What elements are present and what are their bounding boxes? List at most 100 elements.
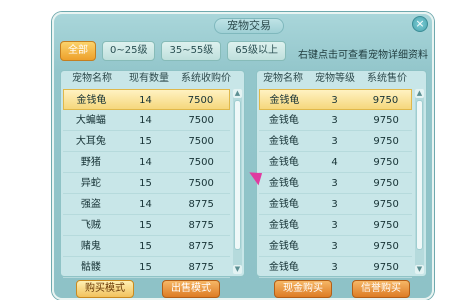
cell-name: 金钱龟 [268,262,299,273]
col-quantity: 现有数量 [129,73,169,84]
table-row[interactable]: 飞贼 15 8775 [63,215,230,236]
table-row[interactable]: 金钱龟 3 9750 [259,89,412,110]
window-title: 宠物交易 [214,18,284,34]
table-row[interactable]: 骷髅 15 8775 [63,257,230,278]
cell-name: 金钱龟 [268,220,299,231]
cell-qty: 15 [139,178,152,189]
cell-price: 7500 [187,95,214,106]
cell-price: 9750 [373,199,399,210]
table-row[interactable]: 金钱龟 3 9750 [259,131,412,152]
cell-level: 3 [331,136,338,147]
scroll-down-icon[interactable]: ▼ [415,265,424,274]
scroll-up-icon[interactable]: ▲ [415,89,424,98]
cell-qty: 15 [139,136,152,147]
cell-name: 大耳兔 [75,136,106,147]
cash-buy-button[interactable]: 现金购买 [274,280,332,298]
cell-price: 8775 [188,199,214,210]
cell-name: 大蝙蝠 [75,115,106,126]
cell-level: 3 [331,115,338,126]
cell-name: 赌鬼 [80,241,101,252]
cell-level: 3 [331,241,338,252]
cell-price: 7500 [188,136,214,147]
cell-price: 7500 [188,178,214,189]
scroll-thumb[interactable] [416,100,423,250]
left-scrollbar[interactable]: ▲ ▼ [233,89,242,274]
title-bar: 宠物交易 × [54,14,432,36]
table-row[interactable]: 金钱龟 3 9750 [259,236,412,257]
level-filter-tabs: 全部 0~25级 35~55级 65级以上 [60,41,287,61]
cell-name: 金钱龟 [268,157,299,168]
filter-35-55[interactable]: 35~55级 [161,41,222,61]
col-pet-name: 宠物名称 [72,73,112,84]
cell-name: 金钱龟 [269,95,300,106]
table-row[interactable]: 异蛇 15 7500 [63,173,230,194]
cell-name: 骷髅 [80,262,101,273]
cell-price: 7500 [188,115,214,126]
col-buy-price: 系统收购价 [181,73,231,84]
table-row[interactable]: 金钱龟 3 9750 [259,173,412,194]
cell-name: 野猪 [80,157,101,168]
table-row[interactable]: 金钱龟 3 9750 [259,194,412,215]
cell-name: 金钱龟 [268,199,299,210]
cell-level: 3 [331,220,338,231]
cell-qty: 14 [139,95,152,106]
cell-price: 9750 [373,115,399,126]
cell-name: 金钱龟 [268,178,299,189]
table-row[interactable]: 大蝙蝠 14 7500 [63,110,230,131]
filter-65-plus[interactable]: 65级以上 [227,41,287,61]
table-row[interactable]: 强盗 14 8775 [63,194,230,215]
filter-all[interactable]: 全部 [60,41,96,61]
close-button[interactable]: × [412,16,428,32]
table-row[interactable]: 赌鬼 15 8775 [63,236,230,257]
cell-name: 异蛇 [80,178,101,189]
cell-name: 金钱龟 [268,241,299,252]
cell-price: 9750 [372,95,399,106]
scroll-down-icon[interactable]: ▼ [233,265,242,274]
table-row[interactable]: 金钱龟 3 9750 [259,110,412,131]
cell-qty: 15 [139,262,152,273]
table-row[interactable]: 金钱龟 3 9750 [259,257,412,278]
scroll-thumb[interactable] [234,100,241,250]
cell-price: 8775 [188,220,214,231]
cell-price: 9750 [373,262,399,273]
cell-price: 9750 [373,178,399,189]
right-click-hint: 右键点击可查看宠物详细资料 [298,50,428,61]
cell-qty: 15 [139,241,152,252]
cell-price: 7500 [188,157,214,168]
table-row[interactable]: 金钱龟 4 9750 [259,152,412,173]
cell-level: 3 [331,95,338,106]
cell-name: 金钱龟 [268,115,299,126]
filter-0-25[interactable]: 0~25级 [102,41,156,61]
purchase-price-table: 宠物名称 现有数量 系统收购价 金钱龟 14 7500 大蝙蝠 14 7500 大耳兔 1… [60,70,245,278]
cell-price: 8775 [188,241,214,252]
table-row[interactable]: 金钱龟 14 7500 [63,89,230,110]
sale-price-table: 宠物名称 宠物等级 系统售价 金钱龟 3 9750 金钱龟 3 9750 金钱龟 3 975… [256,70,427,278]
table-row[interactable]: 金钱龟 3 9750 [259,215,412,236]
cell-price: 9750 [373,136,399,147]
cell-level: 4 [331,157,338,168]
buy-mode-button[interactable]: 购买模式 [76,280,134,298]
table-row[interactable]: 大耳兔 15 7500 [63,131,230,152]
cell-price: 9750 [373,157,399,168]
credit-buy-button[interactable]: 信誉购买 [352,280,410,298]
pet-trade-window: 宠物交易 × 全部 0~25级 35~55级 65级以上 右键点击可查看宠物详细… [52,12,434,300]
scroll-up-icon[interactable]: ▲ [233,89,242,98]
cell-qty: 14 [139,157,152,168]
cell-name: 金钱龟 [76,95,107,106]
sell-mode-button[interactable]: 出售模式 [162,280,220,298]
cell-name: 金钱龟 [268,136,299,147]
cell-price: 9750 [373,220,399,231]
cell-name: 强盗 [80,199,101,210]
table-header: 宠物名称 宠物等级 系统售价 [257,71,426,87]
right-scrollbar[interactable]: ▲ ▼ [415,89,424,274]
cell-level: 3 [331,178,338,189]
table-row[interactable]: 野猪 14 7500 [63,152,230,173]
cell-level: 3 [331,199,338,210]
table-header: 宠物名称 现有数量 系统收购价 [61,71,244,87]
cell-price: 8775 [188,262,214,273]
cell-qty: 15 [139,220,152,231]
cell-level: 3 [331,262,338,273]
cell-qty: 14 [139,199,152,210]
cell-qty: 14 [139,115,152,126]
cell-name: 飞贼 [80,220,101,231]
